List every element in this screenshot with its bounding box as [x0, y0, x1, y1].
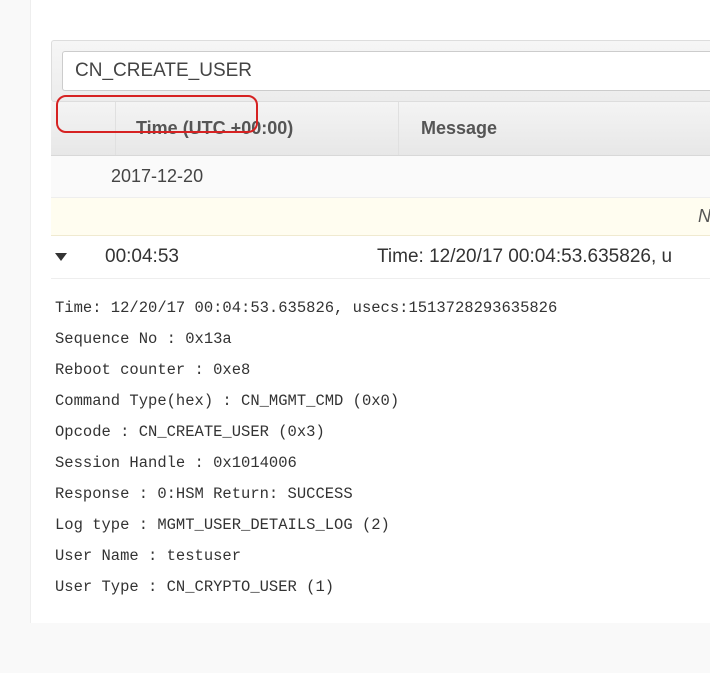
log-row-message: Time: 12/20/17 00:04:53.635826, u — [355, 246, 710, 268]
header-message[interactable]: Message — [399, 102, 710, 155]
log-details: Time: 12/20/17 00:04:53.635826, usecs:15… — [51, 279, 710, 623]
log-panel: Time (UTC +00:00) Message 2017-12-20 No … — [30, 0, 710, 623]
search-input[interactable] — [62, 51, 710, 91]
header-expand-col — [51, 102, 116, 155]
log-table: Time (UTC +00:00) Message 2017-12-20 No … — [51, 102, 710, 623]
chevron-down-icon — [55, 253, 67, 261]
table-header-row: Time (UTC +00:00) Message — [51, 102, 710, 156]
expand-toggle[interactable] — [51, 253, 95, 261]
no-older-events-text: No older eve — [698, 206, 710, 227]
header-time[interactable]: Time (UTC +00:00) — [116, 102, 399, 155]
search-bar — [51, 40, 710, 102]
log-row-time: 00:04:53 — [95, 246, 355, 268]
group-date: 2017-12-20 — [91, 156, 361, 197]
no-older-events-row: No older eve — [51, 198, 710, 236]
date-group-row: 2017-12-20 — [51, 156, 710, 198]
log-row[interactable]: 00:04:53 Time: 12/20/17 00:04:53.635826,… — [51, 236, 710, 279]
